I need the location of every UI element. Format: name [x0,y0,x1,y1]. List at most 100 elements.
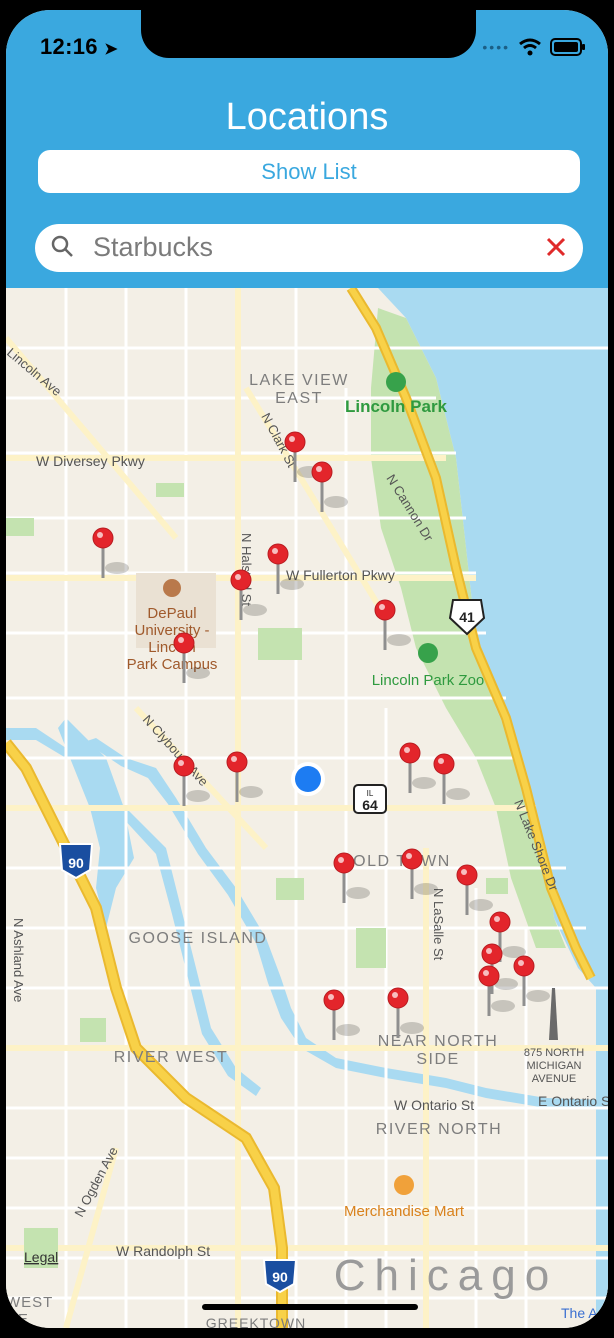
label-ontario-e: E Ontario St [538,1093,608,1109]
label-chicago: Chicago [334,1251,558,1300]
search-bar[interactable]: Starbucks [35,224,583,272]
university-icon [163,579,181,597]
label-depaul-2: University - [134,622,209,639]
pin-head[interactable] [267,543,289,565]
label-hwy41: 41 [459,609,475,625]
label-lincoln-park: Lincoln Park [345,397,448,416]
label-fullerton: W Fullerton Pkwy [286,567,395,583]
pin-shadow [469,899,493,911]
pin-highlight [392,992,398,998]
pin-highlight [272,548,278,554]
pin-shadow [324,496,348,508]
map-view[interactable]: LAKE VIEW EAST Lincoln Park Lincoln Ave … [6,285,608,1328]
pin-head[interactable] [481,943,503,965]
pin-shadow [346,887,370,899]
pin-shadow [387,634,411,646]
pin-shadow [400,1022,424,1034]
pin-highlight [328,994,334,1000]
pin-shadow [186,667,210,679]
label-depaul-1: DePaul [147,605,196,622]
pin-head[interactable] [173,755,195,777]
show-list-button[interactable]: Show List [38,150,580,193]
pin-head[interactable] [284,431,306,453]
label-river-west: RIVER WEST [114,1049,229,1066]
location-arrow-icon: ➤ [104,41,118,58]
pin-shadow [105,562,129,574]
label-michigan-3: AVENUE [532,1073,576,1085]
pin-highlight [178,637,184,643]
pin-highlight [483,970,489,976]
label-ashland: N Ashland Ave [11,918,26,1002]
pin-head[interactable] [387,987,409,1009]
label-west: WEST [6,1294,53,1311]
label-merchandise-mart: Merchandise Mart [344,1203,465,1220]
pin-highlight [518,960,524,966]
zoo-icon [418,643,438,663]
pin-highlight [338,857,344,863]
home-indicator [202,1304,418,1310]
pin-head[interactable] [92,527,114,549]
shopping-icon [394,1175,414,1195]
pin-highlight [231,756,237,762]
pin-head[interactable] [433,753,455,775]
label-near-north: NEAR NORTH [378,1033,499,1050]
pin-shadow [414,883,438,895]
pin-head[interactable] [374,599,396,621]
pin-shadow [243,604,267,616]
label-michigan-2: MICHIGAN [527,1060,582,1072]
pin-head[interactable] [401,848,423,870]
pin-highlight [494,916,500,922]
label-legal: Legal [24,1249,58,1265]
pin-shadow [336,1024,360,1036]
label-diversey: W Diversey Pkwy [36,453,145,469]
pin-head[interactable] [478,965,500,987]
label-lasalle: N LaSalle St [431,888,446,961]
label-river-north: RIVER NORTH [376,1121,502,1138]
notch [141,10,476,58]
label-il64: 64 [362,797,378,813]
search-icon [51,235,73,257]
pin-head[interactable] [333,852,355,874]
pin-shadow [186,790,210,802]
pin-highlight [97,532,103,538]
map-canvas[interactable]: LAKE VIEW EAST Lincoln Park Lincoln Ave … [6,285,608,1328]
user-location-dot [295,766,321,792]
signal-icon: •••• [482,39,510,55]
pin-shadow [446,788,470,800]
search-input[interactable]: Starbucks [93,232,213,263]
pin-head[interactable] [311,461,333,483]
pin-shadow [239,786,263,798]
label-lake-view-east: LAKE VIEW [249,372,349,389]
label-lake-view-east-2: EAST [275,390,323,407]
label-greektown: GREEKTOWN [206,1315,307,1328]
label-near-north-2: SIDE [416,1051,459,1068]
pin-highlight [406,853,412,859]
status-icons: •••• [482,38,586,56]
pin-head[interactable] [489,911,511,933]
pin-highlight [289,436,295,442]
pin-head[interactable] [230,569,252,591]
pin-highlight [438,758,444,764]
label-michigan-1: 875 NORTH [524,1047,584,1059]
label-i90-south: 90 [272,1269,288,1285]
battery-icon [550,38,585,56]
label-ontario-w: W Ontario St [394,1097,474,1113]
pin-shadow [526,990,550,1002]
pin-highlight [461,869,467,875]
label-the-art: The A [561,1305,598,1321]
pin-head[interactable] [226,751,248,773]
pin-highlight [486,948,492,954]
clear-search-icon[interactable] [545,236,567,258]
label-west-2: DE [6,1311,29,1328]
pin-head[interactable] [173,632,195,654]
label-lincoln-park-zoo: Lincoln Park Zoo [372,672,485,689]
status-time: 12:16 ➤ [40,34,118,59]
phone-screen: LAKE VIEW EAST Lincoln Park Lincoln Ave … [6,10,608,1328]
pin-head[interactable] [456,864,478,886]
pin-head[interactable] [513,955,535,977]
pin-head[interactable] [399,742,421,764]
pin-shadow [280,578,304,590]
pin-shadow [491,1000,515,1012]
header: 12:16 ➤ •••• Locations Show List Starbuc [6,10,608,288]
pin-head[interactable] [323,989,345,1011]
